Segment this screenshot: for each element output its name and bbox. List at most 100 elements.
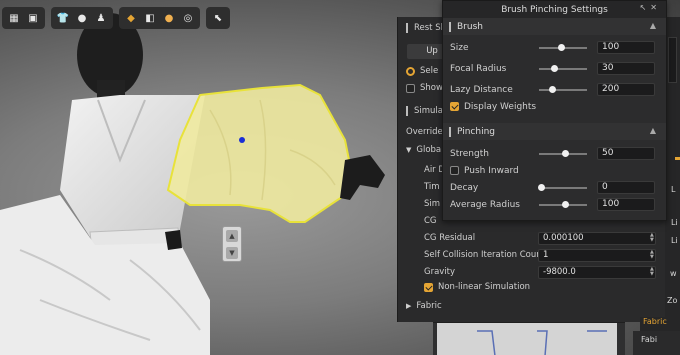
select-label: Sele — [420, 66, 439, 76]
focal-radius-slider[interactable] — [539, 65, 587, 72]
brush-section-label: Brush — [457, 21, 483, 32]
person-icon[interactable]: ♟ — [93, 10, 109, 26]
global-label: Globa — [416, 145, 442, 155]
gravity-label: Gravity — [424, 267, 456, 277]
slider-knob[interactable] — [538, 184, 545, 191]
texture-icon[interactable]: ◆ — [123, 10, 139, 26]
size-row: Size 100 — [443, 39, 666, 56]
pattern-canvas[interactable] — [437, 323, 617, 355]
self-collision-row: Self Collision Iteration Count 1 ▲ ▼ — [398, 247, 680, 263]
toolbar-group-avatar: ▦ ▣ — [2, 7, 45, 29]
display-weights-row[interactable]: Display Weights — [443, 98, 666, 115]
fabric-section-label: Fabric — [416, 301, 442, 311]
dialog-title-bar[interactable]: Brush Pinching Settings ↖✕ — [443, 1, 666, 18]
nonlinear-row[interactable]: Non-linear Simulation — [398, 279, 680, 295]
pin-icon[interactable]: ↖ — [640, 3, 651, 12]
size-field[interactable]: 100 — [597, 41, 655, 54]
slider-knob[interactable] — [557, 44, 565, 51]
show-label: Show — [420, 83, 443, 93]
2d-pattern-window[interactable] — [433, 322, 625, 355]
brush-cursor — [239, 137, 245, 143]
slider-knob[interactable] — [562, 201, 570, 208]
triangle-down-icon: ▼ — [406, 146, 412, 154]
collapse-caret-icon[interactable]: ▲ — [650, 126, 656, 135]
fabric-item-label: Fabi — [641, 335, 658, 344]
avatar-hand — [340, 155, 385, 200]
material-icon[interactable]: ◧ — [142, 10, 158, 26]
collapse-caret-icon[interactable]: ▲ — [650, 21, 656, 30]
selected-sleeve[interactable] — [166, 83, 354, 223]
lazy-distance-row: Lazy Distance 200 — [443, 81, 666, 98]
display-weights-label: Display Weights — [464, 101, 537, 112]
strength-slider[interactable] — [539, 150, 587, 157]
average-radius-slider[interactable] — [539, 201, 587, 208]
focal-radius-row: Focal Radius 30 — [443, 60, 666, 77]
avatar-shirt-icon[interactable]: ▣ — [25, 10, 41, 26]
lazy-distance-slider[interactable] — [539, 86, 587, 93]
decay-slider[interactable] — [538, 184, 587, 191]
slider-knob[interactable] — [562, 150, 570, 157]
self-collision-label: Self Collision Iteration Count — [424, 250, 545, 260]
self-collision-field[interactable]: 1 — [538, 248, 656, 262]
globe-icon[interactable]: ◎ — [180, 10, 196, 26]
push-inward-row[interactable]: Push Inward — [443, 162, 666, 179]
brush-section-header[interactable]: Brush ▲ — [443, 18, 666, 35]
nonlinear-label: Non-linear Simulation — [438, 282, 531, 292]
fabric-list-item[interactable]: Fabi — [633, 331, 680, 355]
lazy-distance-field[interactable]: 200 — [597, 83, 655, 96]
cg-residual-field[interactable]: 0.000100 — [538, 231, 656, 245]
nonlinear-checkbox[interactable] — [424, 282, 433, 292]
slider-knob[interactable] — [549, 86, 556, 93]
push-inward-label: Push Inward — [464, 165, 519, 176]
decay-label: Decay — [450, 182, 479, 193]
right-side-panel: L Li Li w Zo — [665, 17, 680, 355]
spin-arrows-icon[interactable]: ▲ ▼ — [650, 250, 654, 260]
side-item: Li — [671, 236, 678, 245]
spin-arrows-icon[interactable]: ▲ ▼ — [650, 233, 654, 243]
fabric-tab-label: Fabric — [643, 317, 667, 326]
average-radius-field[interactable]: 100 — [597, 198, 655, 211]
cg-residual-row: CG Residual 0.000100 ▲ ▼ — [398, 230, 680, 246]
pinching-section-header[interactable]: Pinching ▲ — [443, 123, 666, 140]
side-item: w — [670, 269, 677, 278]
strength-field[interactable]: 50 — [597, 147, 655, 160]
slider-knob[interactable] — [551, 65, 559, 72]
fabric-section-header[interactable]: ▶ Fabric — [398, 298, 680, 314]
fabric-tab[interactable]: Fabric — [640, 317, 680, 331]
display-weights-checkbox[interactable] — [450, 102, 459, 111]
gravity-row: Gravity -9800.0 ▲ ▼ — [398, 264, 680, 280]
select-arrow-icon[interactable]: ⬉ — [210, 10, 226, 26]
viewport-toolbar: ▦ ▣ 👕 ● ♟ ◆ ◧ ● ◎ ⬉ — [2, 7, 230, 29]
show-checkbox[interactable] — [406, 83, 415, 93]
focal-radius-label: Focal Radius — [450, 63, 507, 74]
toolbar-group-select: ⬉ — [206, 7, 230, 29]
pins-icon[interactable]: ● — [74, 10, 90, 26]
step-down-icon[interactable]: ▼ — [226, 246, 238, 259]
light-icon[interactable]: ● — [161, 10, 177, 26]
dialog-title: Brush Pinching Settings — [501, 4, 608, 15]
push-inward-checkbox[interactable] — [450, 166, 459, 175]
decay-field[interactable]: 0 — [597, 181, 655, 194]
side-field[interactable] — [668, 37, 677, 83]
close-icon[interactable]: ✕ — [650, 3, 661, 12]
pattern-pieces — [477, 330, 607, 355]
cg-residual-label: CG Residual — [424, 233, 476, 243]
focal-radius-field[interactable]: 30 — [597, 62, 655, 75]
step-up-icon[interactable]: ▲ — [226, 229, 238, 242]
decay-row: Decay 0 — [443, 179, 666, 196]
side-item: L — [671, 185, 676, 194]
spin-arrows-icon[interactable]: ▲ ▼ — [650, 267, 654, 277]
camera-step-widget[interactable]: ▲ ▼ — [222, 226, 242, 262]
simulation-quality-label: Sim — [424, 199, 441, 209]
toolbar-group-render: ◆ ◧ ● ◎ — [119, 7, 200, 29]
avatar-box-icon[interactable]: ▦ — [6, 10, 22, 26]
time-step-label: Tim — [424, 182, 440, 192]
lazy-distance-label: Lazy Distance — [450, 84, 513, 95]
size-slider[interactable] — [539, 44, 587, 51]
select-radio[interactable] — [406, 66, 415, 76]
gravity-field[interactable]: -9800.0 — [538, 265, 656, 279]
override-label: Override — [406, 127, 443, 137]
triangle-right-icon: ▶ — [406, 302, 412, 310]
side-item: Li — [671, 218, 678, 227]
tshirt-icon[interactable]: 👕 — [55, 10, 71, 26]
